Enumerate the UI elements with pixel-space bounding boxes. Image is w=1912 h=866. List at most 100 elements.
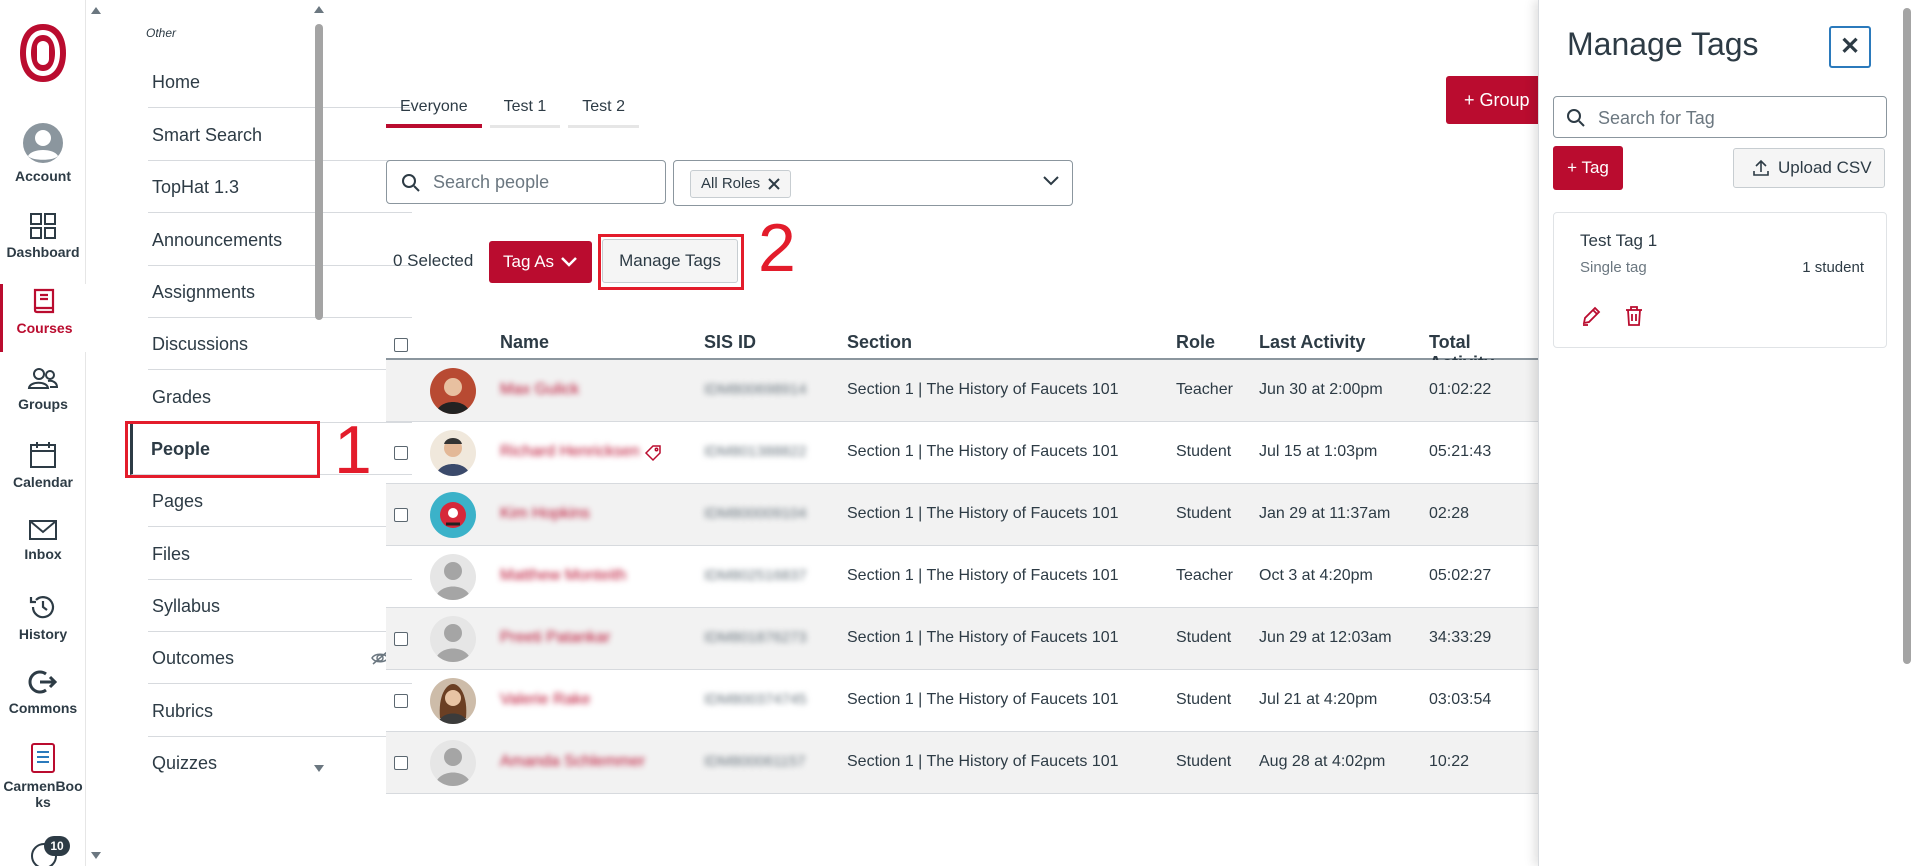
upload-csv-button[interactable]: Upload CSV: [1733, 148, 1885, 188]
course-nav-label: Discussions: [152, 334, 249, 354]
search-people-input[interactable]: [433, 170, 653, 194]
avatar[interactable]: [430, 430, 476, 476]
course-nav-smart-search[interactable]: Smart Search: [148, 109, 412, 161]
selected-count: 0 Selected: [393, 251, 474, 270]
person-name[interactable]: Max Gulick: [500, 381, 579, 399]
course-nav-quizzes[interactable]: Quizzes: [148, 737, 412, 789]
row-checkbox[interactable]: [394, 694, 408, 708]
nav-inbox[interactable]: Inbox: [0, 518, 86, 592]
help-badge: 10: [44, 836, 70, 856]
nav-carmenbooks[interactable]: CarmenBoo ks: [0, 742, 86, 822]
last-activity-cell: Jun 30 at 2:00pm: [1259, 381, 1383, 398]
course-nav-scrollbar[interactable]: [312, 6, 324, 772]
annotation-number-2: 2: [758, 210, 796, 286]
scroll-down-arrow-icon[interactable]: [89, 850, 103, 862]
table-row: Preeti Patankar IDM801876273 Section 1 |…: [386, 608, 1538, 670]
person-name[interactable]: Valerie Rake: [500, 691, 590, 709]
tab-test-2[interactable]: Test 2: [568, 88, 639, 128]
sis-id: IDM802516837: [704, 567, 807, 584]
scroll-up-arrow-icon[interactable]: [313, 4, 325, 14]
course-nav-announcements[interactable]: Announcements: [148, 214, 412, 266]
column-header-name[interactable]: Name: [500, 332, 549, 353]
course-nav-syllabus[interactable]: Syllabus: [148, 580, 412, 632]
nav-calendar-label: Calendar: [13, 474, 73, 490]
nav-history[interactable]: History: [0, 592, 86, 666]
avatar[interactable]: [430, 740, 476, 786]
close-button[interactable]: ✕: [1829, 26, 1871, 68]
sis-id: IDM800374745: [704, 691, 807, 708]
column-header-section[interactable]: Section: [847, 332, 912, 353]
nav-courses[interactable]: Courses: [0, 284, 86, 352]
pencil-icon[interactable]: [1580, 305, 1602, 327]
avatar[interactable]: [430, 368, 476, 414]
nav-commons-label: Commons: [8, 700, 78, 716]
nav-dashboard-label: Dashboard: [6, 244, 80, 260]
tag-search-input[interactable]: [1598, 106, 1878, 130]
avatar[interactable]: [430, 492, 476, 538]
chevron-down-icon: [1043, 176, 1059, 186]
scroll-down-arrow-icon[interactable]: [313, 764, 325, 774]
course-nav-label: Quizzes: [152, 753, 218, 773]
tag-as-button[interactable]: Tag As: [489, 241, 592, 283]
role-cell: Student: [1176, 505, 1232, 522]
sis-id: IDM801388822: [704, 443, 807, 460]
course-nav-home[interactable]: Home: [148, 56, 412, 108]
row-checkbox[interactable]: [394, 632, 408, 646]
tab-test-1[interactable]: Test 1: [489, 88, 561, 128]
nav-dashboard[interactable]: Dashboard: [0, 212, 86, 286]
roles-select[interactable]: All Roles: [673, 160, 1073, 206]
people-tabs: Everyone Test 1 Test 2: [386, 88, 647, 128]
groups-icon: [27, 368, 59, 389]
panel-scroll-thumb[interactable]: [1903, 8, 1911, 664]
close-icon[interactable]: [768, 178, 780, 190]
trash-icon[interactable]: [1624, 305, 1644, 327]
chevron-down-icon: [561, 257, 577, 267]
course-nav-files[interactable]: Files: [148, 528, 412, 580]
section-cell: Section 1 | The History of Faucets 101: [847, 443, 1119, 460]
person-name[interactable]: Richard Henricksen: [500, 443, 640, 461]
course-nav-assignments[interactable]: Assignments: [148, 266, 412, 318]
column-header-sis-id[interactable]: SIS ID: [704, 332, 756, 353]
avatar[interactable]: [430, 678, 476, 724]
tab-everyone[interactable]: Everyone: [386, 88, 482, 128]
row-checkbox[interactable]: [394, 508, 408, 522]
global-nav-scrollbar[interactable]: [88, 0, 104, 866]
tag-type: Single tag: [1580, 259, 1647, 276]
global-nav: Account Dashboard Courses Groups Calenda…: [0, 0, 86, 866]
row-checkbox[interactable]: [394, 446, 408, 460]
row-checkbox[interactable]: [394, 756, 408, 770]
course-nav-scroll-thumb[interactable]: [315, 24, 323, 320]
role-cell: Teacher: [1176, 381, 1233, 398]
nav-inbox-label: Inbox: [24, 546, 62, 562]
university-logo[interactable]: [18, 22, 68, 84]
nav-account[interactable]: Account: [0, 122, 86, 196]
table-header: Name SIS ID Section Role Last Activity T…: [386, 322, 1538, 373]
course-nav-grades[interactable]: Grades: [148, 371, 412, 423]
avatar[interactable]: [430, 616, 476, 662]
avatar[interactable]: [430, 554, 476, 600]
column-header-last-activity[interactable]: Last Activity: [1259, 332, 1365, 353]
role-chip[interactable]: All Roles: [690, 170, 792, 198]
manage-tags-button[interactable]: Manage Tags: [602, 239, 738, 283]
nav-groups[interactable]: Groups: [0, 366, 86, 440]
person-name[interactable]: Kim Hopkins: [500, 505, 590, 523]
select-all-checkbox[interactable]: [394, 338, 408, 352]
nav-commons[interactable]: Commons: [0, 668, 86, 742]
course-nav-label: Rubrics: [152, 701, 214, 721]
nav-calendar[interactable]: Calendar: [0, 440, 86, 514]
person-name[interactable]: Preeti Patankar: [500, 629, 610, 647]
add-tag-button[interactable]: + Tag: [1553, 146, 1623, 190]
role-cell: Student: [1176, 443, 1232, 460]
upload-csv-label: Upload CSV: [1778, 158, 1872, 177]
person-name[interactable]: Amanda Schlemmer: [500, 753, 645, 771]
course-nav-pages[interactable]: Pages: [148, 475, 412, 527]
course-nav-outcomes[interactable]: Outcomes: [148, 632, 412, 684]
add-group-button[interactable]: + Group: [1446, 76, 1542, 124]
course-nav-tophat[interactable]: TopHat 1.3: [148, 161, 412, 213]
course-nav-rubrics[interactable]: Rubrics: [148, 685, 412, 737]
column-header-role[interactable]: Role: [1176, 332, 1215, 353]
panel-scrollbar[interactable]: [1900, 0, 1912, 866]
person-name[interactable]: Matthew Monteith: [500, 567, 626, 585]
scroll-up-arrow-icon[interactable]: [89, 4, 103, 16]
course-nav-discussions[interactable]: Discussions: [148, 318, 412, 370]
